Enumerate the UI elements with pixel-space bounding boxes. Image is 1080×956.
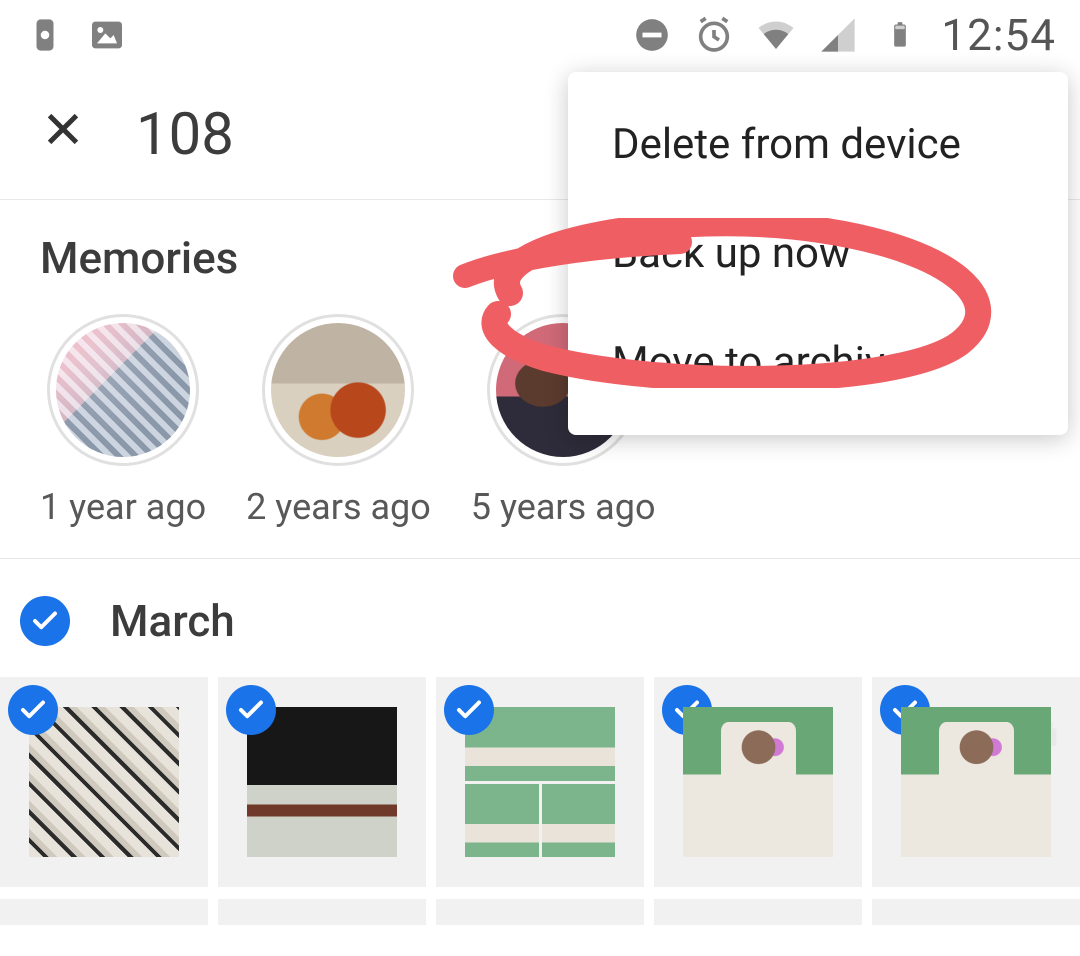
overflow-menu: Delete from device Back up now Move to a… (568, 72, 1068, 435)
status-bar: 12:54 (0, 0, 1080, 70)
wifi-icon (755, 14, 797, 56)
memory-item[interactable]: 2 years ago (246, 314, 431, 528)
status-right: 12:54 (631, 9, 1056, 61)
photo-thumbnail[interactable] (654, 899, 862, 925)
photo-thumbnail[interactable] (872, 677, 1080, 887)
photo-thumbnail[interactable] (436, 899, 644, 925)
month-header[interactable]: March (0, 559, 1080, 677)
photo-thumbnail[interactable] (436, 677, 644, 887)
photo-thumbnail[interactable] (218, 677, 426, 887)
battery-icon (879, 14, 921, 56)
menu-item-delete-from-device[interactable]: Delete from device (568, 90, 1068, 199)
alarm-clock-icon (693, 14, 735, 56)
dnd-circle-icon (631, 14, 673, 56)
photo-thumbnail[interactable] (0, 677, 208, 887)
menu-item-back-up-now[interactable]: Back up now (568, 199, 1068, 308)
select-check-icon[interactable] (444, 685, 494, 735)
cellular-signal-icon (817, 14, 859, 56)
select-check-icon[interactable] (226, 685, 276, 735)
photo-grid-row (0, 677, 1080, 899)
memory-item[interactable]: 1 year ago (40, 314, 206, 528)
month-title: March (110, 595, 235, 647)
memory-thumb-frame (262, 314, 414, 466)
photo-grid-row (0, 899, 1080, 925)
status-time: 12:54 (941, 9, 1056, 61)
status-left (24, 14, 128, 56)
memory-label: 5 years ago (471, 486, 656, 528)
photo-thumbnail[interactable] (872, 899, 1080, 925)
image-icon (86, 14, 128, 56)
menu-item-move-to-archive[interactable]: Move to archive (568, 308, 1068, 417)
photo-thumbnail[interactable] (0, 899, 208, 925)
select-check-icon[interactable] (8, 685, 58, 735)
photo-thumbnail[interactable] (654, 677, 862, 887)
month-select-check-icon[interactable] (20, 596, 70, 646)
selected-count: 108 (136, 101, 234, 169)
photo-thumbnail[interactable] (218, 899, 426, 925)
do-not-disturb-phone-icon (24, 14, 66, 56)
memory-label: 2 years ago (246, 486, 431, 528)
memory-thumb-frame (47, 314, 199, 466)
close-selection-icon[interactable] (40, 104, 86, 165)
memory-label: 1 year ago (40, 486, 206, 528)
